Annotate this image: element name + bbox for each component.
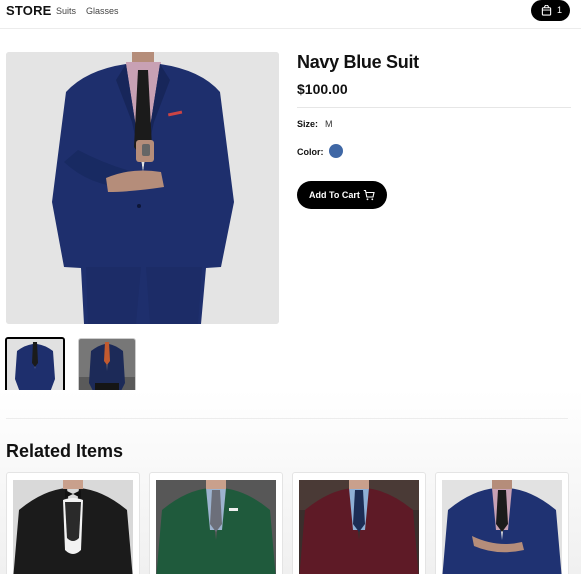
related-items-title: Related Items — [6, 441, 124, 461]
size-label: Size: — [297, 119, 319, 129]
product-price: $100.00 — [297, 81, 348, 97]
thumbnail-1[interactable] — [5, 337, 65, 397]
section-divider — [6, 418, 568, 419]
related-card-2[interactable] — [149, 472, 283, 574]
color-label: Color: — [297, 147, 324, 157]
related-card-1[interactable] — [6, 472, 140, 574]
product-title: Navy Blue Suit — [297, 52, 419, 72]
nav-link-glasses[interactable]: Glasses — [86, 6, 119, 16]
related-card-4[interactable] — [435, 472, 569, 574]
top-nav: STORE Suits Glasses 1 — [0, 0, 581, 29]
store-logo[interactable]: STORE — [6, 3, 52, 18]
thumbnail-2[interactable] — [78, 338, 136, 396]
related-image-black-tuxedo — [13, 480, 133, 574]
color-swatch[interactable] — [329, 144, 343, 158]
nav-link-suits[interactable]: Suits — [56, 6, 76, 16]
info-divider — [297, 107, 571, 108]
related-card-3[interactable] — [292, 472, 426, 574]
related-image-navy-suit — [442, 480, 562, 574]
cart-count: 1 — [557, 5, 563, 15]
add-to-cart-label: Add To Cart — [309, 190, 360, 200]
add-to-cart-button[interactable]: Add To Cart — [297, 181, 387, 209]
product-main-image — [6, 52, 279, 324]
shopping-bag-icon — [541, 5, 552, 16]
size-value[interactable]: M — [325, 119, 333, 129]
shopping-cart-icon — [363, 189, 375, 201]
cart-button[interactable]: 1 — [531, 0, 570, 21]
related-image-burgundy-suit — [299, 480, 419, 574]
related-image-green-suit — [156, 480, 276, 574]
